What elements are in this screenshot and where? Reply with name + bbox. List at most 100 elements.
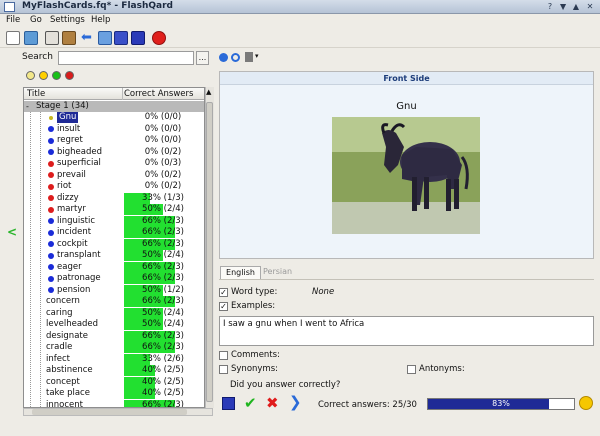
stage-green-icon[interactable]	[52, 71, 61, 80]
status-dot-icon	[48, 218, 54, 224]
tree-row[interactable]: levelheaded 50% (2/4)	[24, 319, 204, 330]
cards-icon[interactable]	[45, 31, 59, 45]
tree-row[interactable]: superficial 0% (0/3)	[24, 158, 204, 169]
word-type-value: None	[312, 287, 335, 297]
scroll-up-icon[interactable]: ▲	[206, 88, 211, 96]
menu-help[interactable]: Help	[91, 15, 110, 25]
tab-persian[interactable]: Persian	[263, 267, 292, 276]
tree-row[interactable]: infect 33% (2/6)	[24, 353, 204, 365]
save-icon[interactable]	[131, 31, 145, 45]
status-dot-icon	[48, 137, 54, 144]
stage-count: (34)	[71, 101, 89, 111]
next-card-icon[interactable]: ❯	[289, 393, 302, 411]
tree-row[interactable]: pension 50% (1/2)	[24, 284, 204, 296]
open-file-icon[interactable]	[24, 31, 38, 45]
examples-checkbox[interactable]: ✓	[219, 302, 228, 311]
stop-icon[interactable]	[152, 31, 166, 45]
tree-row[interactable]: abstinence 40% (2/5)	[24, 365, 204, 376]
status-dot-icon	[48, 229, 54, 236]
synonyms-label: Synonyms:	[231, 364, 279, 374]
tree-row[interactable]: designate 66% (2/3)	[24, 330, 204, 342]
new-file-icon[interactable]	[6, 31, 20, 45]
save-card-icon[interactable]	[222, 397, 235, 410]
tree-row[interactable]: innocent 66% (2/3)	[24, 399, 204, 408]
info-icon[interactable]	[219, 53, 228, 62]
tree-row[interactable]: caring 50% (2/4)	[24, 307, 204, 319]
column-separator	[122, 88, 123, 100]
word-label: prevail	[57, 169, 86, 180]
search-input[interactable]	[58, 51, 194, 65]
search-options-button[interactable]: ...	[196, 51, 209, 65]
tree-row[interactable]: riot 0% (0/2)	[24, 181, 204, 192]
tree-row[interactable]: cradle 66% (2/3)	[24, 342, 204, 353]
tree-row[interactable]: transplant 50% (2/4)	[24, 250, 204, 261]
minimize-icon[interactable]: ▲	[558, 2, 568, 12]
stage-red-icon[interactable]	[65, 71, 74, 80]
wrong-answer-icon[interactable]: ✖	[266, 394, 279, 412]
examples-text[interactable]: I saw a gnu when I went to Africa	[219, 316, 594, 346]
word-label: eager	[57, 261, 82, 272]
word-label: caring	[46, 307, 73, 318]
column-correct-answers[interactable]: Correct Answers	[124, 89, 193, 99]
close-window-icon[interactable]: ✕	[585, 2, 595, 12]
score-text: 0% (0/3)	[144, 158, 182, 168]
menu-bar	[0, 14, 600, 27]
stage-yellow-icon[interactable]	[39, 71, 48, 80]
card-view-icon[interactable]	[98, 31, 112, 45]
menu-settings[interactable]: Settings	[50, 15, 85, 25]
maximize-icon[interactable]: ▲	[571, 2, 581, 12]
tree-row[interactable]: martyr 50% (2/4)	[24, 204, 204, 215]
tree-row[interactable]: regret 0% (0/0)	[24, 135, 204, 146]
menu-file[interactable]: File	[6, 15, 20, 25]
tree-vertical-scroll-thumb[interactable]	[206, 102, 213, 402]
word-type-checkbox[interactable]: ✓	[219, 288, 228, 297]
tree-row[interactable]: bigheaded 0% (0/2)	[24, 147, 204, 158]
filter-dropdown-icon[interactable]: ▾	[255, 52, 259, 60]
word-label: levelheaded	[46, 319, 99, 329]
comments-checkbox[interactable]	[219, 351, 228, 360]
tree-row[interactable]: Gnu 0% (0/0)	[24, 112, 204, 123]
app-icon[interactable]	[4, 2, 15, 12]
word-label: insult	[57, 123, 81, 134]
menu-go[interactable]: Go	[30, 15, 42, 25]
stage-row[interactable]: Stage 1 (34)	[24, 101, 204, 112]
tree-row[interactable]: patronage 66% (2/3)	[24, 273, 204, 284]
filter-icon[interactable]	[245, 52, 253, 62]
flashcard-tree[interactable]: Title Correct Answers Stage 1 (34) - Gnu…	[23, 87, 205, 408]
stage-collapse-toggle[interactable]: -	[26, 101, 29, 112]
word-label: concept	[46, 376, 80, 387]
answer-question: Did you answer correctly?	[230, 380, 341, 390]
tree-row[interactable]: insult 0% (0/0)	[24, 123, 204, 135]
antonyms-checkbox[interactable]	[407, 365, 416, 374]
tab-divider	[219, 279, 594, 280]
tree-horizontal-scroll-thumb[interactable]	[32, 409, 187, 415]
score-text: 40% (2/5)	[142, 388, 184, 398]
status-dot-icon	[48, 275, 54, 282]
back-arrow-icon[interactable]: ⬅	[81, 31, 95, 45]
tree-row[interactable]: concept 40% (2/5)	[24, 376, 204, 388]
stage-yellow-light-icon[interactable]	[26, 71, 35, 80]
help-window-button[interactable]: ?	[545, 2, 555, 12]
tab-english[interactable]: English	[220, 266, 261, 279]
tree-row[interactable]: take place 40% (2/5)	[24, 388, 204, 399]
status-dot-icon	[48, 252, 54, 259]
tree-row[interactable]: dizzy 33% (1/3)	[24, 192, 204, 204]
word-label: infect	[46, 353, 70, 364]
tree-row[interactable]: concern 66% (2/3)	[24, 296, 204, 307]
tree-row[interactable]: eager 66% (2/3)	[24, 261, 204, 273]
status-dot-icon	[48, 149, 54, 155]
examples-label: Examples:	[231, 301, 276, 311]
correct-answer-icon[interactable]: ✔	[244, 394, 257, 412]
synonyms-checkbox[interactable]	[219, 365, 228, 374]
search-label: Search	[22, 52, 53, 62]
column-title[interactable]: Title	[27, 89, 45, 99]
refresh-icon[interactable]	[231, 53, 240, 62]
tree-row[interactable]: incident 66% (2/3)	[24, 227, 204, 238]
tree-row[interactable]: prevail 0% (0/2)	[24, 169, 204, 181]
tree-row[interactable]: linguistic 66% (2/3)	[24, 215, 204, 227]
panel-collapse-arrow-icon[interactable]: <	[7, 225, 17, 239]
word-label: innocent	[46, 399, 83, 408]
export-icon[interactable]	[114, 31, 128, 45]
tools-icon[interactable]	[62, 31, 76, 45]
tree-row[interactable]: cockpit 66% (2/3)	[24, 238, 204, 250]
